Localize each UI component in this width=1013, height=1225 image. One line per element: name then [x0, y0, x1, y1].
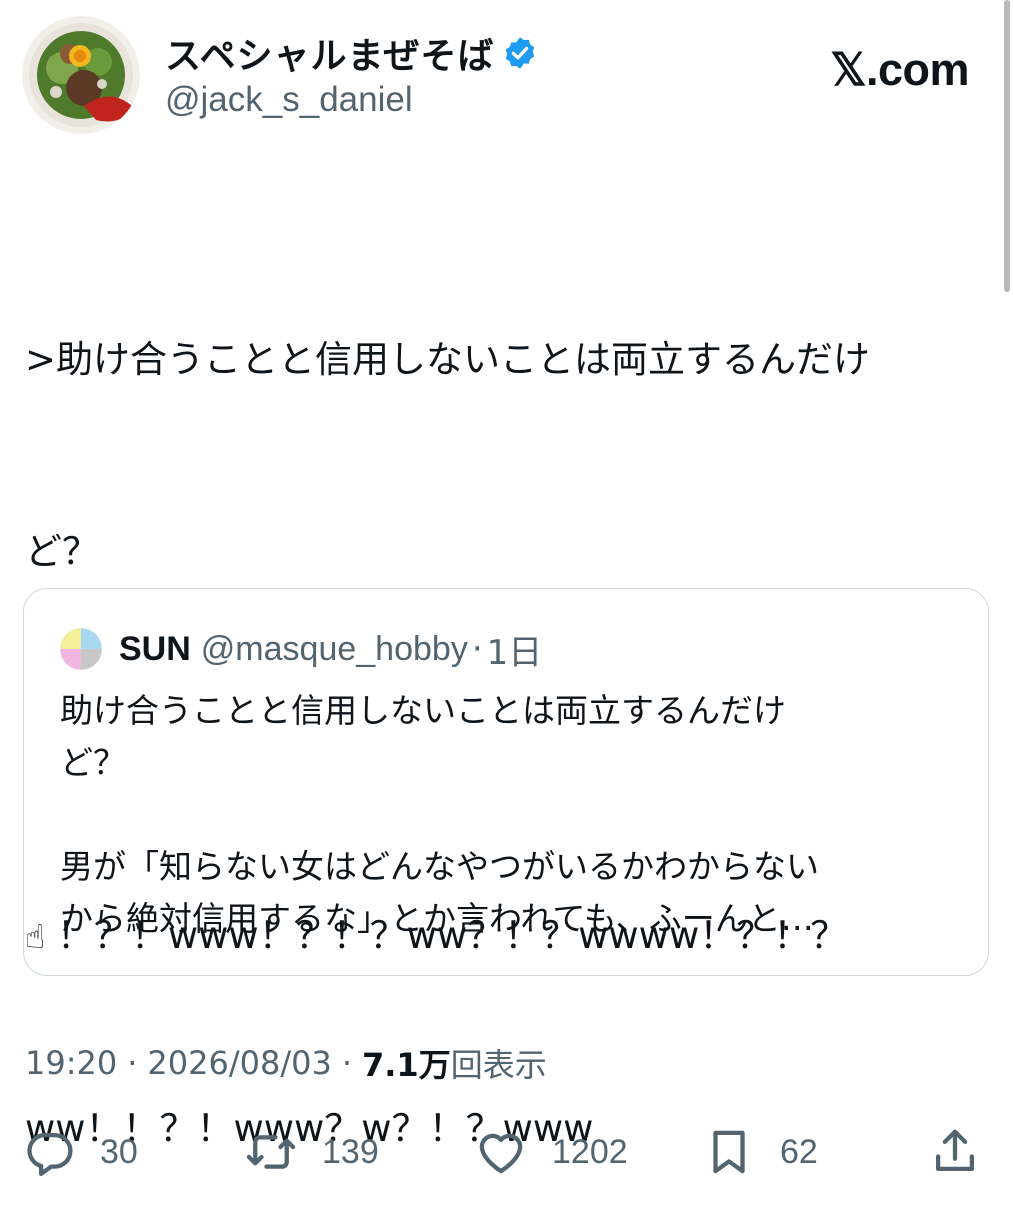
quoted-author-handle[interactable]: @masque_hobby — [201, 630, 468, 669]
share-button[interactable] — [928, 1120, 982, 1184]
author-avatar[interactable] — [22, 16, 140, 134]
retweet-count: 139 — [322, 1132, 379, 1171]
quoted-line: 助け合うことと信用しないことは両立するんだけ — [60, 691, 786, 730]
quoted-line: 男が「知らない女はどんなやつがいるかわからない — [60, 847, 819, 886]
meta-separator: · — [127, 1044, 138, 1082]
like-button[interactable]: 1202 — [474, 1120, 628, 1184]
quoted-separator: · — [471, 629, 483, 669]
quoted-tweet-text: 助け合うことと信用しないことは両立するんだけ ど？ 男が「知らない女はどんなやつ… — [60, 685, 940, 945]
views-label: 回表示 — [450, 1046, 547, 1084]
like-icon — [479, 1133, 523, 1174]
share-icon — [935, 1129, 975, 1172]
tweet-line: >助け合うことと信用しないことは両立するんだけ — [25, 338, 871, 381]
like-count: 1202 — [552, 1132, 628, 1171]
reply-icon — [27, 1132, 73, 1176]
author-name-row[interactable]: スペシャルまぜそば — [165, 28, 538, 78]
meta-separator: · — [341, 1044, 352, 1082]
quoted-tweet[interactable]: SUN @masque_hobby · 1日 助け合うことと信用しないことは両立… — [23, 588, 989, 976]
scrollbar[interactable] — [1004, 0, 1010, 292]
quoted-line: ど？ — [60, 743, 126, 782]
views-count[interactable]: 7.1万 — [362, 1040, 451, 1086]
retweet-icon — [246, 1135, 296, 1169]
verified-badge-icon — [506, 37, 535, 69]
tweet-time[interactable]: 19:20 — [25, 1044, 117, 1082]
quoted-timestamp[interactable]: 1日 — [487, 625, 543, 674]
tweet-line: ど？ — [25, 530, 99, 573]
tweet-header: スペシャルまぜそば @jack_s_daniel 𝕏.com — [22, 16, 977, 138]
quoted-author-name[interactable]: SUN — [119, 630, 191, 669]
quoted-tweet-header: SUN @masque_hobby · 1日 — [60, 625, 542, 673]
tweet-metadata: 19:20 · 2026/08/03 · 7.1万 回表示 — [25, 1040, 547, 1086]
reply-button[interactable]: 30 — [22, 1120, 138, 1184]
author-handle[interactable]: @jack_s_daniel — [165, 80, 413, 120]
reply-count: 30 — [100, 1132, 138, 1171]
bookmark-button[interactable]: 62 — [702, 1120, 818, 1184]
tweet-date[interactable]: 2026/08/03 — [147, 1044, 331, 1082]
quoted-line: から絶対信用するな」とか言われても、ふーんと… — [60, 899, 814, 938]
author-display-name[interactable]: スペシャルまぜそば — [165, 27, 494, 79]
quoted-line — [60, 789, 940, 841]
bookmark-icon — [713, 1130, 745, 1174]
bookmark-count: 62 — [780, 1132, 818, 1171]
quoted-author-avatar[interactable] — [60, 628, 102, 670]
retweet-button[interactable]: 139 — [244, 1120, 379, 1184]
action-bar: 30 139 1202 62 — [22, 1120, 982, 1184]
x-logo: 𝕏.com — [830, 44, 969, 95]
